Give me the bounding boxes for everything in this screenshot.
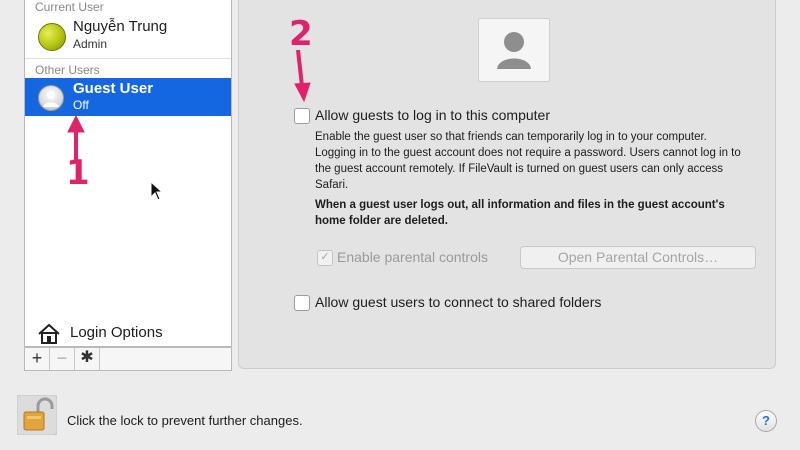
lock-icon[interactable] (16, 394, 58, 440)
current-user-header: Current User (35, 0, 104, 14)
person-silhouette-icon (497, 32, 531, 69)
annotation-step-1: 1 (66, 153, 90, 193)
house-icon (38, 323, 60, 344)
annotation-step-2: 2 (289, 14, 313, 54)
shared-folders-checkbox[interactable] (294, 295, 310, 311)
allow-guest-login-checkbox[interactable] (294, 108, 310, 124)
login-options-label: Login Options (70, 324, 163, 341)
divider (25, 58, 231, 59)
open-parental-controls-button[interactable]: Open Parental Controls… (520, 246, 756, 269)
user-picture[interactable] (478, 18, 550, 82)
allow-guest-login-label[interactable]: Allow guests to log in to this computer (315, 107, 550, 123)
remove-user-button[interactable]: − (50, 348, 75, 370)
guest-description: Enable the guest user so that friends ca… (315, 131, 741, 191)
gear-icon[interactable]: ✱ (75, 348, 100, 370)
other-users-header: Other Users (35, 63, 100, 77)
sidebar-item-guest-user[interactable]: Guest User Off (25, 78, 231, 116)
guest-user-name: Guest User (73, 80, 154, 97)
tennis-ball-avatar-icon (38, 23, 66, 51)
users-sidebar: Current User Nguyễn Trung Admin Other Us… (24, 0, 232, 347)
guest-avatar-icon (38, 85, 64, 111)
add-user-button[interactable]: + (25, 348, 50, 370)
current-user-name: Nguyễn Trung (73, 18, 168, 35)
lock-message: Click the lock to prevent further change… (67, 413, 303, 428)
parental-controls-checkbox[interactable]: ✓ (317, 250, 333, 266)
guest-warning: When a guest user logs out, all informat… (315, 199, 725, 227)
help-button[interactable]: ? (755, 410, 777, 432)
sidebar-item-current-user[interactable]: Nguyễn Trung Admin (25, 14, 231, 60)
parental-controls-label[interactable]: Enable parental controls (337, 249, 488, 265)
guest-settings-panel: Allow guests to log in to this computer … (238, 0, 776, 369)
guest-user-status: Off (73, 98, 89, 112)
current-user-role: Admin (73, 37, 108, 51)
sidebar-button-bar: + − ✱ (24, 347, 232, 371)
shared-folders-label[interactable]: Allow guest users to connect to shared f… (315, 294, 601, 310)
mouse-cursor-icon (150, 181, 164, 201)
